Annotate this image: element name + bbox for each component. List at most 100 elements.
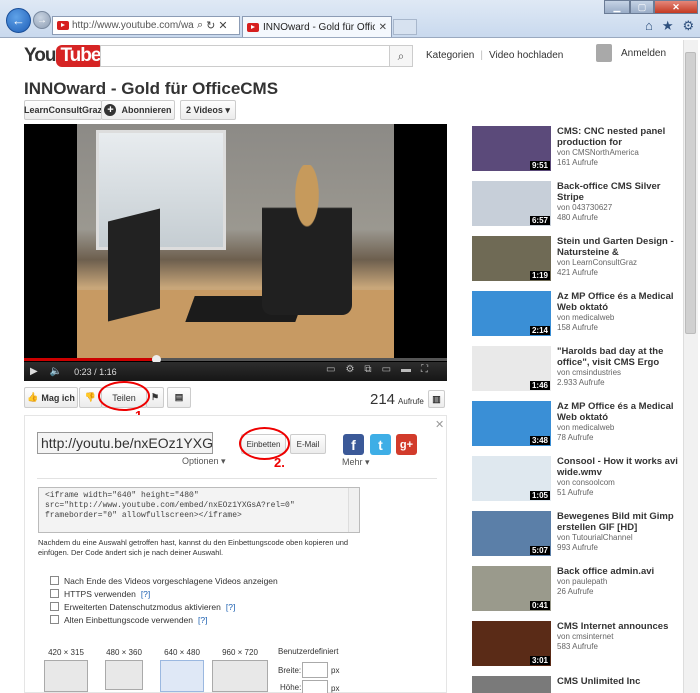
embed-option-label: Erweiterten Datenschutzmodus aktivieren <box>64 601 221 612</box>
nav-categories[interactable]: Kategorien <box>426 50 474 61</box>
email-button[interactable]: E-Mail <box>290 434 326 454</box>
help-link[interactable]: [?] <box>141 589 150 599</box>
height-input[interactable] <box>302 680 328 693</box>
forward-arrow-icon[interactable]: → <box>33 11 51 29</box>
related-video-views: 480 Aufrufe <box>557 213 598 222</box>
related-video-title[interactable]: "Harolds bad day at the office", visit C… <box>557 346 679 368</box>
related-video-item[interactable]: 1:19 Stein und Garten Design - Naturstein… <box>472 236 682 284</box>
related-video-title[interactable]: CMS: CNC nested panel production for <box>557 126 679 148</box>
related-video-title[interactable]: Back-office CMS Silver Stripe <box>557 181 679 203</box>
volume-icon[interactable]: 🔈 <box>50 366 62 377</box>
related-video-item[interactable]: 0:41 Back office admin.avi von paulepath 26… <box>472 566 682 614</box>
video-thumbnail[interactable]: 3:48 <box>472 401 551 446</box>
size-option-3[interactable]: 640 × 480 <box>156 648 208 692</box>
related-video-item[interactable]: 9:51 CMS: CNC nested panel production for… <box>472 126 682 174</box>
address-bar[interactable]: http://www.youtube.com/watch?v= ⌕ ↻ ✕ <box>52 16 240 35</box>
avatar[interactable] <box>596 44 612 62</box>
nav-upload[interactable]: Video hochladen <box>489 50 563 61</box>
related-video-item[interactable]: 3:01 CMS Internet announces von cmsinterne… <box>472 621 682 669</box>
search-input[interactable] <box>100 45 390 67</box>
options-dropdown[interactable]: Optionen ▾ <box>182 456 226 467</box>
search-icon[interactable]: ⌕ <box>197 19 203 32</box>
captions-icon[interactable]: ▭ <box>326 364 335 375</box>
checkbox[interactable] <box>50 602 59 611</box>
video-thumbnail[interactable]: 1:46 <box>472 346 551 391</box>
related-video-item[interactable]: 1:05 Consool - How it works avi wide.wmv v… <box>472 456 682 504</box>
width-input[interactable] <box>302 662 328 678</box>
embed-code-textarea[interactable]: <iframe width="640" height="480" src="ht… <box>38 487 360 533</box>
share-link-field[interactable]: http://youtu.be/nxEOz1YXGsA <box>37 432 213 454</box>
sign-in-link[interactable]: Anmelden <box>621 48 666 59</box>
video-thumbnail[interactable]: 9:51 <box>472 126 551 171</box>
related-video-title[interactable]: CMS Internet announces <box>557 621 679 632</box>
page-scrollbar-thumb[interactable] <box>685 52 696 334</box>
statistics-button[interactable]: ▥ <box>428 390 445 408</box>
browser-tab[interactable]: INNOward - Gold für Office... ✕ <box>242 16 392 37</box>
new-tab-button[interactable] <box>393 19 417 35</box>
youtube-logo[interactable]: You Tube <box>24 44 105 68</box>
related-video-title[interactable]: Consool - How it works avi wide.wmv <box>557 456 679 478</box>
help-link[interactable]: [?] <box>198 615 207 625</box>
favorites-star-icon[interactable]: ★ <box>662 18 674 34</box>
google-plus-icon[interactable]: g+ <box>396 434 417 455</box>
refresh-icon[interactable]: ↻ <box>206 19 215 32</box>
popout-icon[interactable]: ⧉ <box>364 364 371 375</box>
related-video-title[interactable]: CMS Unlimited Inc <box>557 676 679 687</box>
settings-gear-icon[interactable]: ⚙ <box>345 364 354 375</box>
twitter-icon[interactable]: t <box>370 434 391 455</box>
related-video-item[interactable]: 2:14 Az MP Office és a Medical Web oktató… <box>472 291 682 339</box>
search-button[interactable]: ⌕ <box>389 45 413 67</box>
more-dropdown[interactable]: Mehr ▾ <box>342 457 370 468</box>
related-video-item[interactable]: CMS Unlimited Inc <box>472 676 682 693</box>
like-button[interactable]: 👍 Mag ich <box>24 387 78 408</box>
related-video-title[interactable]: Stein und Garten Design - Natursteine & <box>557 236 679 258</box>
address-url[interactable]: http://www.youtube.com/watch?v= <box>72 20 194 31</box>
fullscreen-icon[interactable]: ⛶ <box>421 364 428 375</box>
checkbox[interactable] <box>50 576 59 585</box>
video-thumbnail[interactable]: 0:41 <box>472 566 551 611</box>
window-close-icon[interactable]: ✕ <box>654 0 698 14</box>
help-link[interactable]: [?] <box>226 602 235 612</box>
small-player-icon[interactable]: ▭ <box>382 364 391 375</box>
gear-icon[interactable]: ⚙ <box>683 18 695 34</box>
checkbox[interactable] <box>50 615 59 624</box>
embed-option-2[interactable]: HTTPS verwenden [?] <box>50 589 283 599</box>
video-thumbnail[interactable]: 5:07 <box>472 511 551 556</box>
tab-close-icon[interactable]: ✕ <box>379 22 387 33</box>
back-arrow-icon[interactable]: ← <box>6 8 31 33</box>
related-video-item[interactable]: 6:57 Back-office CMS Silver Stripe von 043… <box>472 181 682 229</box>
related-video-title[interactable]: Az MP Office és a Medical Web oktató <box>557 291 679 313</box>
size-option-2[interactable]: 480 × 360 <box>98 648 150 692</box>
large-player-icon[interactable]: ▬ <box>401 364 411 375</box>
transcript-button[interactable]: ▤ <box>167 387 191 408</box>
size-option-4[interactable]: 960 × 720 <box>212 648 268 692</box>
embed-option-4[interactable]: Alten Einbettungscode verwenden [?] <box>50 615 283 625</box>
video-thumbnail[interactable]: 1:05 <box>472 456 551 501</box>
channel-button[interactable]: LearnConsultGraz <box>24 100 102 120</box>
play-icon[interactable]: ▶ <box>30 366 38 377</box>
video-thumbnail[interactable] <box>472 676 551 693</box>
close-icon[interactable]: ✕ <box>218 19 227 32</box>
related-video-item[interactable]: 3:48 Az MP Office és a Medical Web oktató… <box>472 401 682 449</box>
videos-dropdown-button[interactable]: 2 Videos ▾ <box>180 100 236 120</box>
related-video-title[interactable]: Bewegenes Bild mit Gimp erstellen GIF [H… <box>557 511 679 533</box>
video-thumbnail[interactable]: 6:57 <box>472 181 551 226</box>
video-thumbnail[interactable]: 1:19 <box>472 236 551 281</box>
related-video-item[interactable]: 1:46 "Harolds bad day at the office", vis… <box>472 346 682 394</box>
video-thumbnail[interactable]: 3:01 <box>472 621 551 666</box>
facebook-icon[interactable]: f <box>343 434 364 455</box>
home-icon[interactable]: ⌂ <box>645 18 653 34</box>
subscribe-button[interactable]: + Abonnieren <box>101 100 175 120</box>
embed-option-3[interactable]: Erweiterten Datenschutzmodus aktivieren [… <box>50 601 283 612</box>
maximize-icon[interactable]: ▢ <box>630 0 654 14</box>
related-video-title[interactable]: Back office admin.avi <box>557 566 679 577</box>
textarea-scrollbar[interactable] <box>348 488 359 532</box>
embed-option-1[interactable]: Nach Ende des Videos vorgeschlagene Vide… <box>50 576 283 586</box>
minimize-icon[interactable]: ▁ <box>604 0 630 14</box>
size-option-1[interactable]: 420 × 315 <box>40 648 92 692</box>
checkbox[interactable] <box>50 589 59 598</box>
related-video-title[interactable]: Az MP Office és a Medical Web oktató <box>557 401 679 423</box>
related-video-item[interactable]: 5:07 Bewegenes Bild mit Gimp erstellen GI… <box>472 511 682 559</box>
close-icon[interactable]: ✕ <box>435 418 444 431</box>
video-thumbnail[interactable]: 2:14 <box>472 291 551 336</box>
